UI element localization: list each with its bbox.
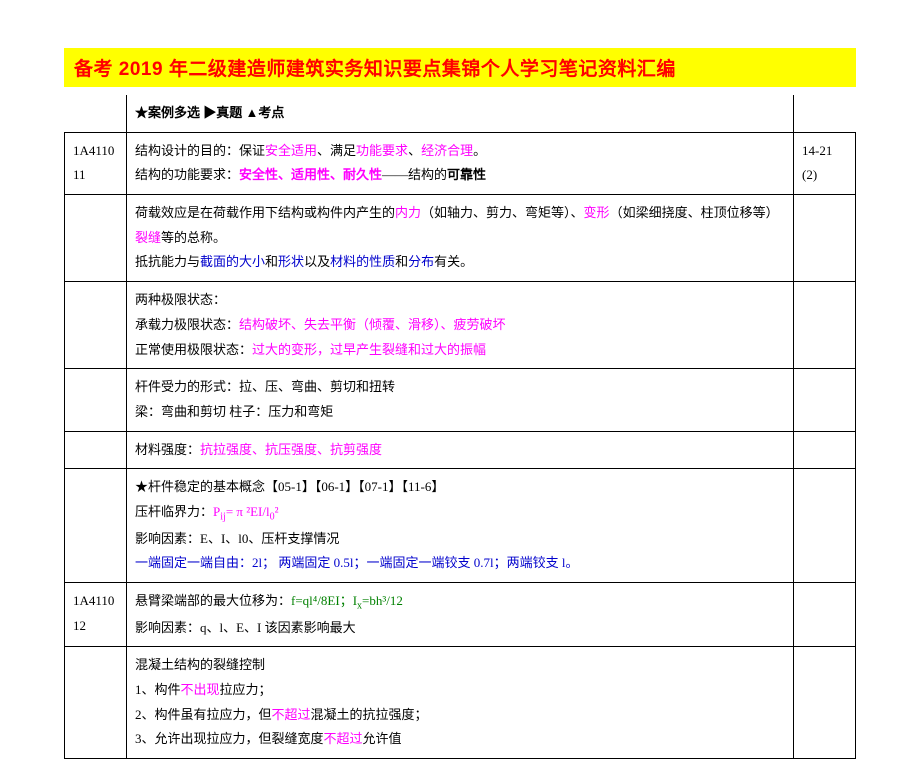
- blue-text: 分布: [408, 254, 434, 269]
- text: 以及: [304, 254, 330, 269]
- text: 、满足: [317, 143, 356, 158]
- formula-text: = π ²EI/l: [226, 504, 270, 519]
- blank-cell: [794, 282, 856, 369]
- highlight-text: 安全性、适用性、耐久性: [239, 167, 382, 182]
- blank-cell: [65, 647, 127, 759]
- highlight-text: 变形: [584, 205, 610, 220]
- text: ——结构的: [382, 167, 447, 182]
- highlight-text: 功能要求: [356, 143, 408, 158]
- text: 抵抗能力与: [135, 254, 200, 269]
- blank-cell: [65, 195, 127, 282]
- blue-text: 一端固定一端自由：2l； 两端固定 0.5l；一端固定一端铰支 0.7l；两端铰…: [135, 555, 578, 570]
- bold-text: 可靠性: [447, 167, 486, 182]
- blank-cell: [65, 369, 127, 431]
- blank-cell: [794, 582, 856, 646]
- blue-text: 材料的性质: [330, 254, 395, 269]
- text: 悬臂梁端部的最大位移为：: [135, 593, 291, 608]
- document-title: 备考 2019 年二级建造师建筑实务知识要点集锦个人学习笔记资料汇编: [74, 59, 676, 80]
- highlight-text: 裂缝: [135, 230, 161, 245]
- content-cell: 混凝土结构的裂缝控制 1、构件不出现拉应力； 2、构件虽有拉应力，但不超过混凝土…: [127, 647, 794, 759]
- highlight-text: 不出现: [181, 682, 220, 697]
- text: 影响因素：q、l、E、I 该因素影响最大: [135, 620, 356, 635]
- legend-text: ★案例多选 ▶真题 ▲考点: [135, 105, 284, 120]
- text: 有关。: [434, 254, 473, 269]
- legend-row: ★案例多选 ▶真题 ▲考点: [65, 95, 856, 132]
- text: 混凝土结构的裂缝控制: [135, 657, 265, 672]
- blank-cell: [65, 95, 127, 132]
- text: （如轴力、剪力、弯矩等）、: [421, 205, 584, 220]
- text: 承载力极限状态：: [135, 317, 239, 332]
- text: 拉应力；: [220, 682, 272, 697]
- blank-cell: [65, 469, 127, 583]
- table-row: ★杆件稳定的基本概念【05-1】【06-1】【07-1】【11-6】 压杆临界力…: [65, 469, 856, 583]
- text: 正常使用极限状态：: [135, 342, 252, 357]
- text: 影响因素：E、I、l0、压杆支撑情况: [135, 531, 339, 546]
- text: 3、允许出现拉应力，但裂缝宽度: [135, 731, 324, 746]
- text: 1、构件: [135, 682, 181, 697]
- blank-cell: [794, 647, 856, 759]
- table-row: 混凝土结构的裂缝控制 1、构件不出现拉应力； 2、构件虽有拉应力，但不超过混凝土…: [65, 647, 856, 759]
- content-cell: 材料强度：抗拉强度、抗压强度、抗剪强度: [127, 431, 794, 469]
- blank-cell: [65, 282, 127, 369]
- text: 2、构件虽有拉应力，但: [135, 707, 272, 722]
- text: 结构设计的目的：保证: [135, 143, 265, 158]
- text: 和: [395, 254, 408, 269]
- text: 结构的功能要求：: [135, 167, 239, 182]
- table-row: 杆件受力的形式：拉、压、弯曲、剪切和扭转 梁：弯曲和剪切 柱子：压力和弯矩: [65, 369, 856, 431]
- content-table: ★案例多选 ▶真题 ▲考点 1A411011 结构设计的目的：保证安全适用、满足…: [64, 95, 856, 759]
- table-row: 材料强度：抗拉强度、抗压强度、抗剪强度: [65, 431, 856, 469]
- content-cell: 两种极限状态： 承载力极限状态：结构破坏、失去平衡（倾覆、滑移）、疲劳破坏 正常…: [127, 282, 794, 369]
- highlight-text: 安全适用: [265, 143, 317, 158]
- blank-cell: [794, 469, 856, 583]
- text: ★杆件稳定的基本概念【05-1】【06-1】【07-1】【11-6】: [135, 479, 444, 494]
- blank-cell: [794, 95, 856, 132]
- text: 材料强度：: [135, 442, 200, 457]
- formula-text: ²: [275, 504, 279, 519]
- text: 、: [408, 143, 421, 158]
- blank-cell: [65, 431, 127, 469]
- table-row: 1A411011 结构设计的目的：保证安全适用、满足功能要求、经济合理。 结构的…: [65, 132, 856, 194]
- text: 梁：弯曲和剪切 柱子：压力和弯矩: [135, 404, 333, 419]
- blank-cell: [794, 431, 856, 469]
- highlight-text: 不超过: [272, 707, 311, 722]
- highlight-text: 过大的变形，过早产生裂缝和过大的振幅: [252, 342, 486, 357]
- content-cell: 杆件受力的形式：拉、压、弯曲、剪切和扭转 梁：弯曲和剪切 柱子：压力和弯矩: [127, 369, 794, 431]
- text: 等的总称。: [161, 230, 226, 245]
- formula-text: =bh³/12: [362, 593, 403, 608]
- blue-text: 形状: [278, 254, 304, 269]
- ref-cell: 14-21(2): [794, 132, 856, 194]
- text: 压杆临界力：: [135, 504, 213, 519]
- table-row: 荷载效应是在荷载作用下结构或构件内产生的内力（如轴力、剪力、弯矩等）、变形（如梁…: [65, 195, 856, 282]
- content-cell: 结构设计的目的：保证安全适用、满足功能要求、经济合理。 结构的功能要求：安全性、…: [127, 132, 794, 194]
- content-cell: 悬臂梁端部的最大位移为：f=ql⁴/8EI；Ix=bh³/12 影响因素：q、l…: [127, 582, 794, 646]
- text: 混凝土的抗拉强度；: [311, 707, 428, 722]
- content-cell: 荷载效应是在荷载作用下结构或构件内产生的内力（如轴力、剪力、弯矩等）、变形（如梁…: [127, 195, 794, 282]
- highlight-text: 内力: [395, 205, 421, 220]
- code-cell: 1A411011: [65, 132, 127, 194]
- formula-text: f=ql⁴/8EI；I: [291, 593, 357, 608]
- text: 和: [265, 254, 278, 269]
- text: 荷载效应是在荷载作用下结构或构件内产生的: [135, 205, 395, 220]
- content-cell: ★杆件稳定的基本概念【05-1】【06-1】【07-1】【11-6】 压杆临界力…: [127, 469, 794, 583]
- text: （如梁细挠度、柱顶位移等）: [610, 205, 779, 220]
- highlight-text: 抗拉强度、抗压强度、抗剪强度: [200, 442, 382, 457]
- table-row: 两种极限状态： 承载力极限状态：结构破坏、失去平衡（倾覆、滑移）、疲劳破坏 正常…: [65, 282, 856, 369]
- highlight-text: 不超过: [324, 731, 363, 746]
- text: 杆件受力的形式：拉、压、弯曲、剪切和扭转: [135, 379, 395, 394]
- highlight-text: 结构破坏、失去平衡（倾覆、滑移）、疲劳破坏: [239, 317, 506, 332]
- blank-cell: [794, 195, 856, 282]
- text: 允许值: [363, 731, 402, 746]
- text: 。: [473, 143, 486, 158]
- text: 两种极限状态：: [135, 292, 226, 307]
- blank-cell: [794, 369, 856, 431]
- table-row: 1A411012 悬臂梁端部的最大位移为：f=ql⁴/8EI；Ix=bh³/12…: [65, 582, 856, 646]
- highlight-text: 经济合理: [421, 143, 473, 158]
- document-title-bar: 备考 2019 年二级建造师建筑实务知识要点集锦个人学习笔记资料汇编: [64, 48, 856, 87]
- blue-text: 截面的大小: [200, 254, 265, 269]
- code-cell: 1A411012: [65, 582, 127, 646]
